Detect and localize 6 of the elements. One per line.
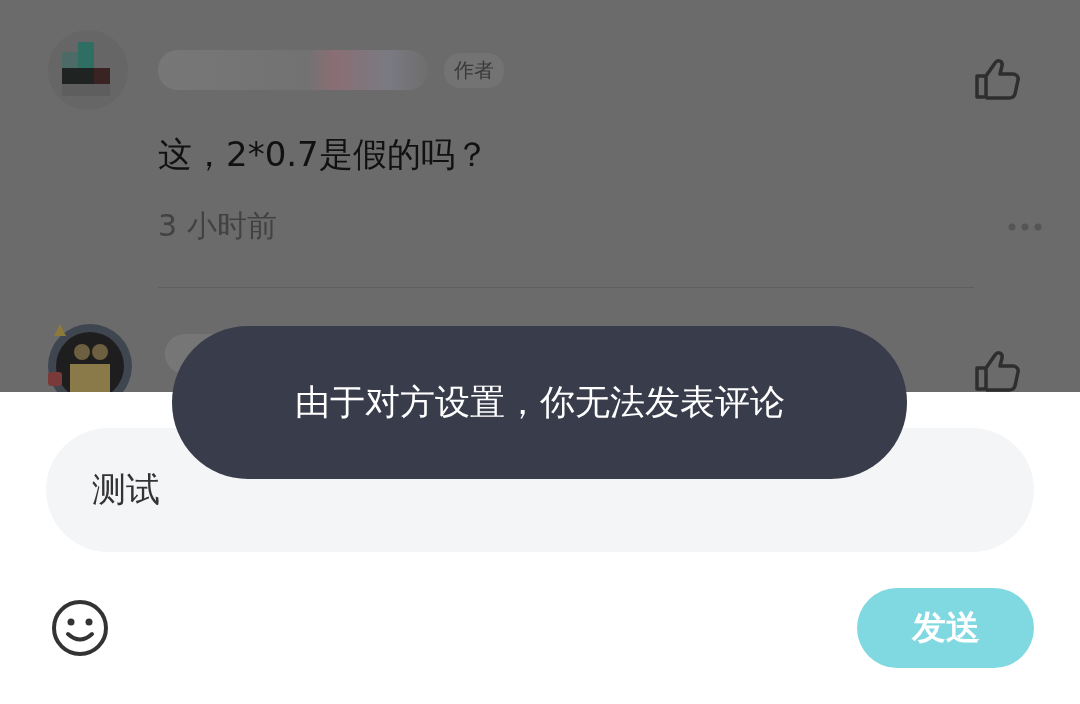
thumbs-up-icon[interactable] bbox=[974, 58, 1020, 100]
emoji-icon[interactable] bbox=[51, 599, 109, 657]
toast-message: 由于对方设置，你无法发表评论 bbox=[172, 326, 907, 479]
comment-text: 这，2*0.7是假的吗？ bbox=[158, 133, 490, 176]
author-badge: 作者 bbox=[444, 52, 504, 88]
thumbs-up-icon[interactable] bbox=[974, 350, 1020, 392]
